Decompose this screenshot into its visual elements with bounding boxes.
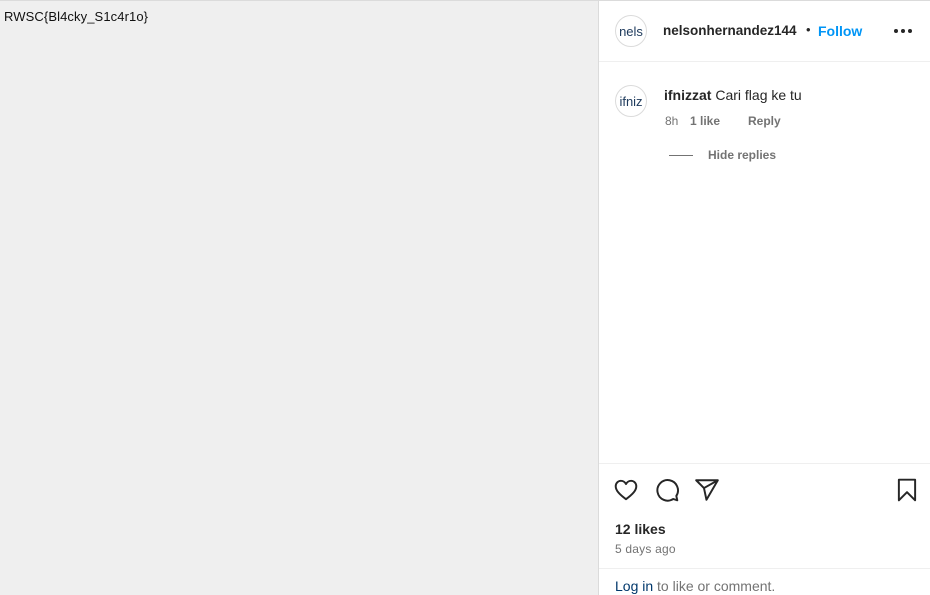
comment-time[interactable]: 8h <box>665 114 690 128</box>
heart-icon[interactable] <box>613 477 639 503</box>
hide-replies-button[interactable]: Hide replies <box>669 148 776 162</box>
action-bar: 12 likes 5 days ago Log in to like or co… <box>599 463 930 595</box>
share-icon[interactable] <box>694 477 720 503</box>
post-likes-count[interactable]: 12 likes <box>615 521 666 537</box>
follow-button[interactable]: Follow <box>818 23 862 39</box>
comment-author[interactable]: ifnizzat <box>664 87 711 103</box>
more-options-icon[interactable] <box>894 29 916 35</box>
comment-text: Cari flag ke tu <box>715 87 802 103</box>
post-side-panel: nels nelsonhernandez144 • Follow ifniz i… <box>599 1 930 595</box>
reply-button[interactable]: Reply <box>748 114 781 128</box>
author-avatar[interactable]: nels <box>615 15 647 47</box>
comment-icon[interactable] <box>654 477 680 503</box>
login-prompt: Log in to like or comment. <box>599 568 930 595</box>
author-username[interactable]: nelsonhernandez144 <box>663 23 797 38</box>
comment-body: ifnizzat Cari flag ke tu <box>664 87 802 103</box>
login-link[interactable]: Log in <box>615 578 653 594</box>
comment-likes[interactable]: 1 like <box>690 114 748 128</box>
post-header: nels nelsonhernandez144 • Follow <box>599 1 930 62</box>
separator-dot: • <box>806 22 811 37</box>
comment-meta: 8h 1 like Reply <box>665 114 781 128</box>
login-suffix: to like or comment. <box>653 578 776 594</box>
commenter-avatar[interactable]: ifniz <box>615 85 647 117</box>
hide-replies-label: Hide replies <box>708 148 777 162</box>
media-caption: RWSC{Bl4cky_S1c4r1o} <box>4 9 149 24</box>
post-time-ago[interactable]: 5 days ago <box>615 542 676 556</box>
hide-replies-line <box>669 154 693 156</box>
post-media[interactable]: RWSC{Bl4cky_S1c4r1o} <box>0 1 598 595</box>
bookmark-icon[interactable] <box>894 477 920 503</box>
